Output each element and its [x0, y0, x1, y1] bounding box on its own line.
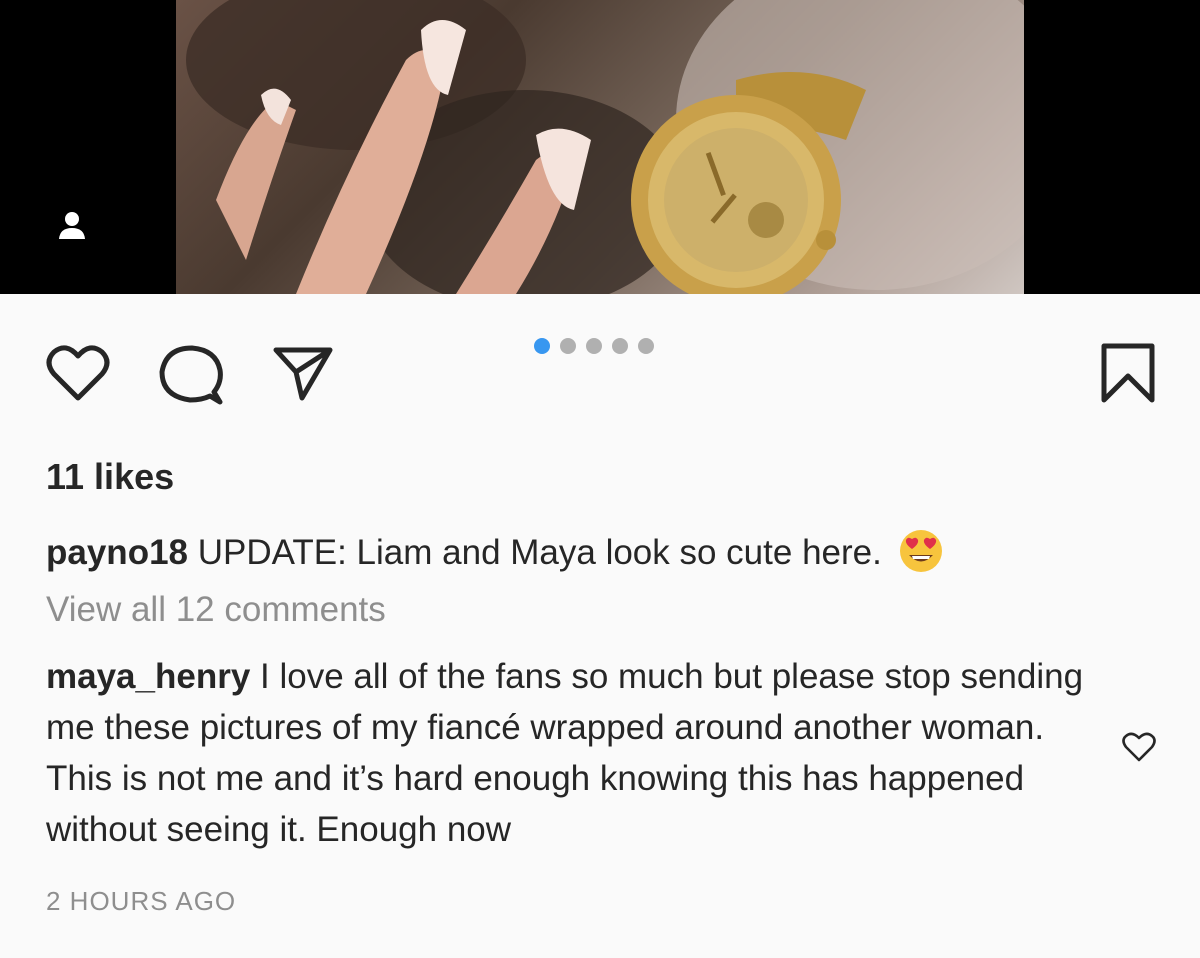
heart-eyes-emoji [899, 530, 942, 572]
user-tag-icon [59, 212, 85, 239]
photo-illustration [186, 0, 1024, 294]
post-photo[interactable] [176, 0, 1024, 294]
post-timestamp: 2 HOURS AGO [46, 886, 237, 916]
paper-plane-icon[interactable] [272, 344, 334, 402]
carousel-dot [560, 338, 576, 354]
comment-heart-icon[interactable] [1122, 732, 1156, 762]
carousel-dot-active [534, 338, 550, 354]
comment-bubble-icon[interactable] [158, 344, 224, 406]
user-tag-button[interactable] [40, 193, 104, 257]
caption-username[interactable]: payno18 [46, 533, 188, 572]
likes-count[interactable]: 11 likes [46, 456, 174, 498]
carousel-dot [586, 338, 602, 354]
bookmark-icon[interactable] [1100, 342, 1156, 404]
post-media[interactable] [0, 0, 1200, 294]
top-comment: maya_henry I love all of the fans so muc… [46, 651, 1116, 855]
comment-username[interactable]: maya_henry [46, 657, 250, 696]
carousel-indicator [534, 337, 654, 355]
view-all-comments-link[interactable]: View all 12 comments [46, 590, 386, 630]
heart-icon[interactable] [46, 344, 110, 402]
caption-text: UPDATE: Liam and Maya look so cute here. [197, 533, 882, 572]
carousel-dot [638, 338, 654, 354]
carousel-dot [612, 338, 628, 354]
post-caption: payno18 UPDATE: Liam and Maya look so cu… [46, 528, 1146, 578]
